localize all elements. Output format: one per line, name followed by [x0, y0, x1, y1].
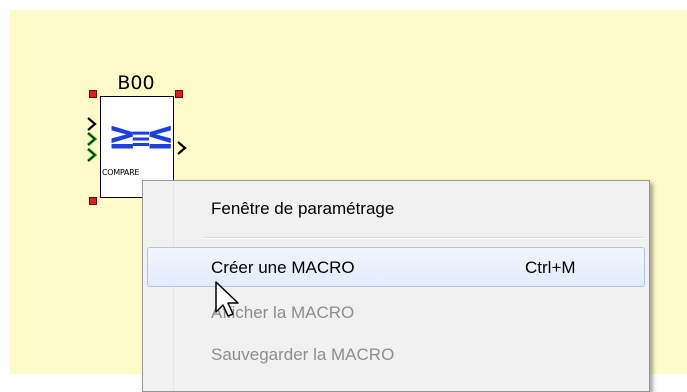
resize-handle-bottom-left[interactable] [89, 197, 97, 205]
output-arrow-icon[interactable] [177, 141, 187, 155]
menu-item-label: Créer une MACRO [211, 258, 355, 277]
block-title: B00 [117, 72, 155, 94]
input-arrow-1-icon[interactable] [87, 117, 97, 131]
input-arrow-3-icon[interactable] [87, 147, 98, 163]
resize-handle-top-right[interactable] [175, 90, 183, 98]
menu-item-shortcut: Ctrl+M [525, 258, 576, 277]
menu-item-parametres[interactable]: Fenêtre de paramétrage [147, 192, 645, 226]
arrow-pointer-icon [215, 281, 239, 317]
menu-item-sauvegarder-macro[interactable]: Sauvegarder la MACRO [147, 338, 645, 372]
menu-separator [205, 237, 643, 239]
resize-handle-top-left[interactable] [89, 90, 97, 98]
menu-item-label: Fenêtre de paramétrage [211, 199, 395, 218]
less-equal-symbol: ≤ [146, 113, 175, 159]
comparator-symbols: ≥ ≡ ≤ [108, 114, 175, 164]
menu-item-label: Sauvegarder la MACRO [211, 345, 395, 364]
block-subtitle: COMPARE [102, 168, 140, 177]
input-arrow-2-icon[interactable] [87, 131, 98, 147]
